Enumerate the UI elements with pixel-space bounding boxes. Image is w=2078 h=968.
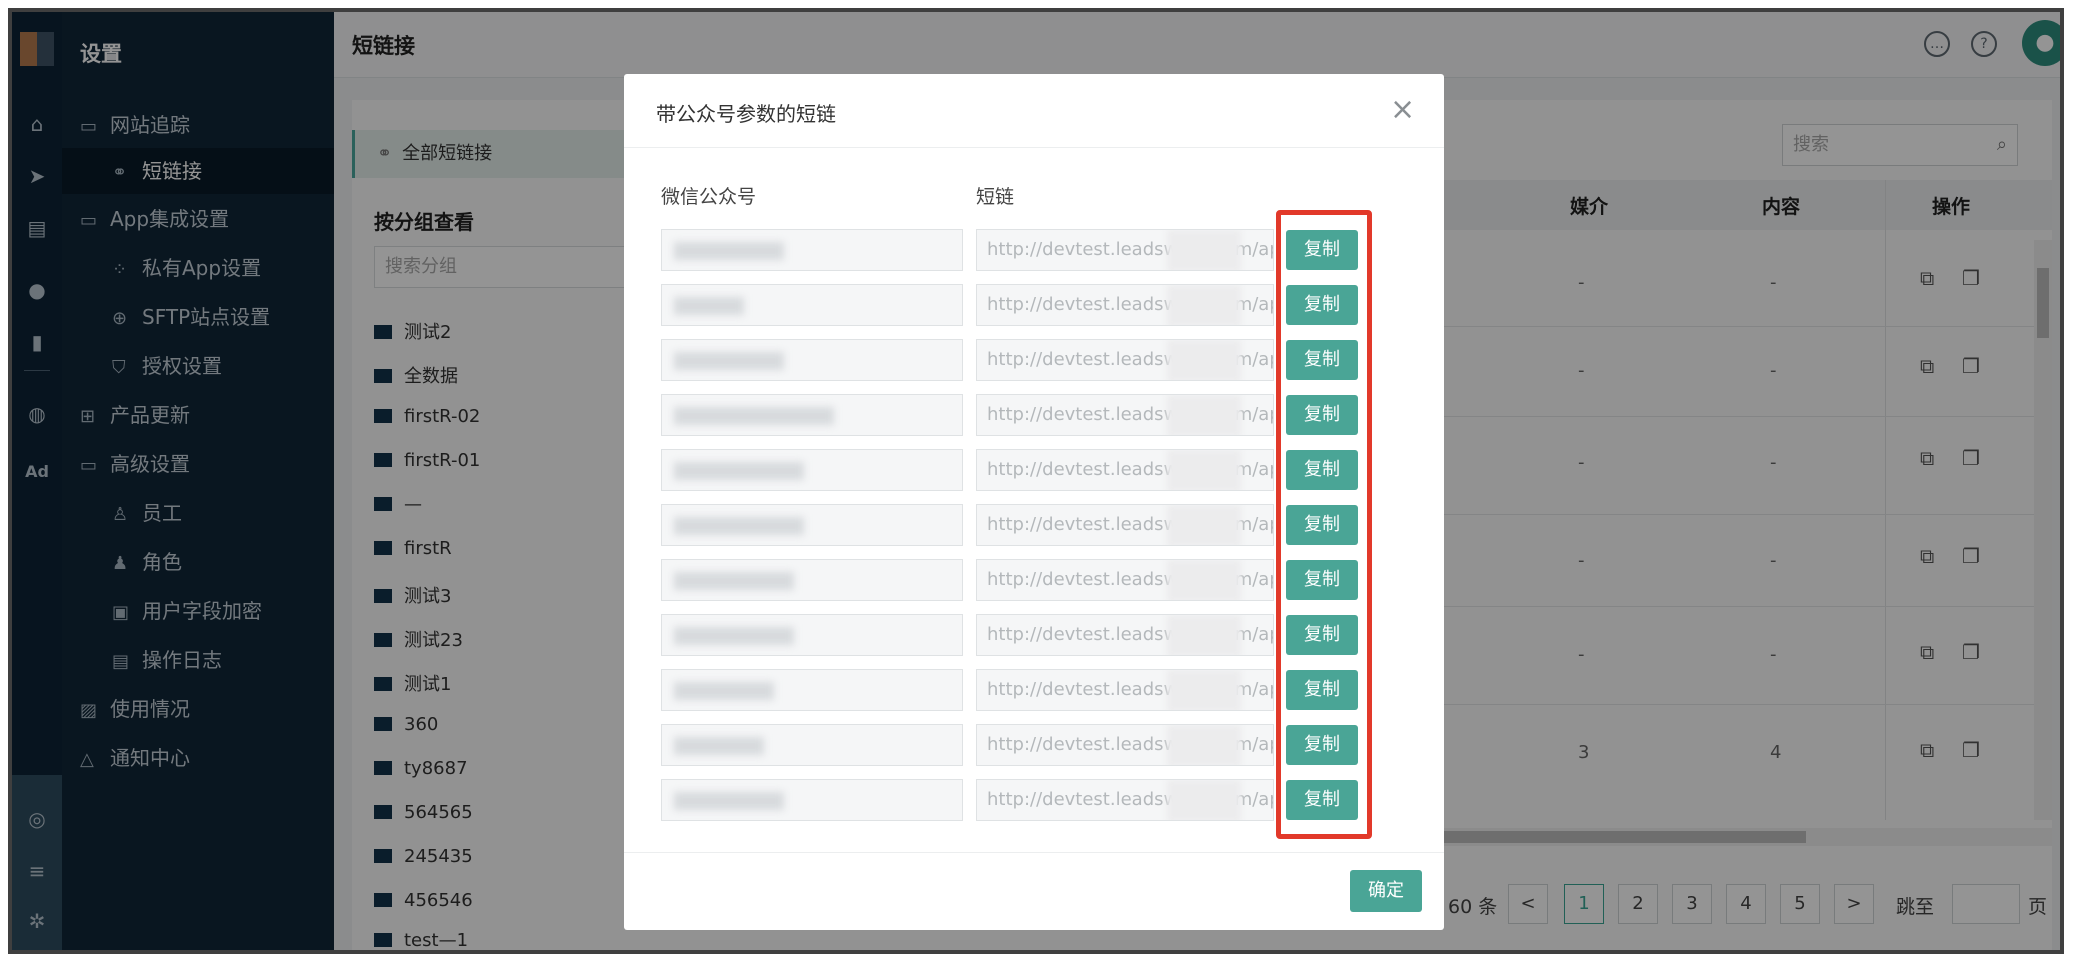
account-field[interactable]: [661, 229, 963, 271]
column-header-link: 短链: [976, 186, 1015, 208]
short-link-field[interactable]: http://devtest.leadswarp.com/api: [976, 284, 1274, 326]
redacted-value: [674, 682, 774, 700]
column-header-account: 微信公众号: [661, 186, 757, 208]
modal-header: 带公众号参数的短链 ×: [624, 74, 1444, 148]
short-link-field[interactable]: http://devtest.leadswarp.com/api: [976, 724, 1274, 766]
redacted-value: [674, 572, 794, 590]
short-link-field[interactable]: http://devtest.leadswarp.com/api: [976, 559, 1274, 601]
short-link-field[interactable]: http://devtest.leadswarp.com/api: [976, 229, 1274, 271]
redacted-value: [674, 517, 804, 535]
short-link-field[interactable]: http://devtest.leadswarp.com/api: [976, 614, 1274, 656]
redacted-value: [1167, 780, 1241, 820]
modal-footer-divider: [624, 852, 1444, 853]
short-link-modal: 带公众号参数的短链 × 微信公众号 短链 http://devtest.lead…: [624, 74, 1444, 930]
redacted-value: [674, 627, 794, 645]
redacted-value: [674, 737, 764, 755]
redacted-value: [1167, 285, 1241, 325]
confirm-button[interactable]: 确定: [1350, 870, 1422, 912]
redacted-value: [1167, 725, 1241, 765]
redacted-value: [674, 792, 784, 810]
account-field[interactable]: [661, 614, 963, 656]
short-link-field[interactable]: http://devtest.leadswarp.com/api: [976, 449, 1274, 491]
account-field[interactable]: [661, 504, 963, 546]
account-field[interactable]: [661, 559, 963, 601]
short-link-field[interactable]: http://devtest.leadswarp.com/api: [976, 669, 1274, 711]
redacted-value: [1167, 395, 1241, 435]
redacted-value: [1167, 450, 1241, 490]
account-field[interactable]: [661, 724, 963, 766]
app-window: ⌂ ➤ ▤ ● ▮ ◍ Ad ◎ ≡ ✲ 设置 ▭ 网站追踪 ⚭ 短链接 ▭ App集…: [8, 8, 2064, 954]
redacted-value: [1167, 670, 1241, 710]
redacted-value: [674, 352, 784, 370]
account-field[interactable]: [661, 669, 963, 711]
redacted-value: [1167, 505, 1241, 545]
short-link-field[interactable]: http://devtest.leadswarp.com/api: [976, 504, 1274, 546]
short-link-field[interactable]: http://devtest.leadswarp.com/api: [976, 339, 1274, 381]
redacted-value: [1167, 615, 1241, 655]
redacted-value: [674, 242, 784, 260]
account-field[interactable]: [661, 394, 963, 436]
account-field[interactable]: [661, 779, 963, 821]
modal-title: 带公众号参数的短链: [656, 102, 836, 126]
short-link-field[interactable]: http://devtest.leadswarp.com/api: [976, 394, 1274, 436]
highlight-box: [1276, 210, 1372, 839]
redacted-value: [1167, 340, 1241, 380]
short-link-field[interactable]: http://devtest.leadswarp.com/api: [976, 779, 1274, 821]
redacted-value: [674, 297, 744, 315]
account-field[interactable]: [661, 284, 963, 326]
redacted-value: [1167, 230, 1241, 270]
account-field[interactable]: [661, 449, 963, 491]
account-field[interactable]: [661, 339, 963, 381]
redacted-value: [674, 407, 834, 425]
redacted-value: [1167, 560, 1241, 600]
redacted-value: [674, 462, 804, 480]
close-icon[interactable]: ×: [1390, 92, 1415, 127]
